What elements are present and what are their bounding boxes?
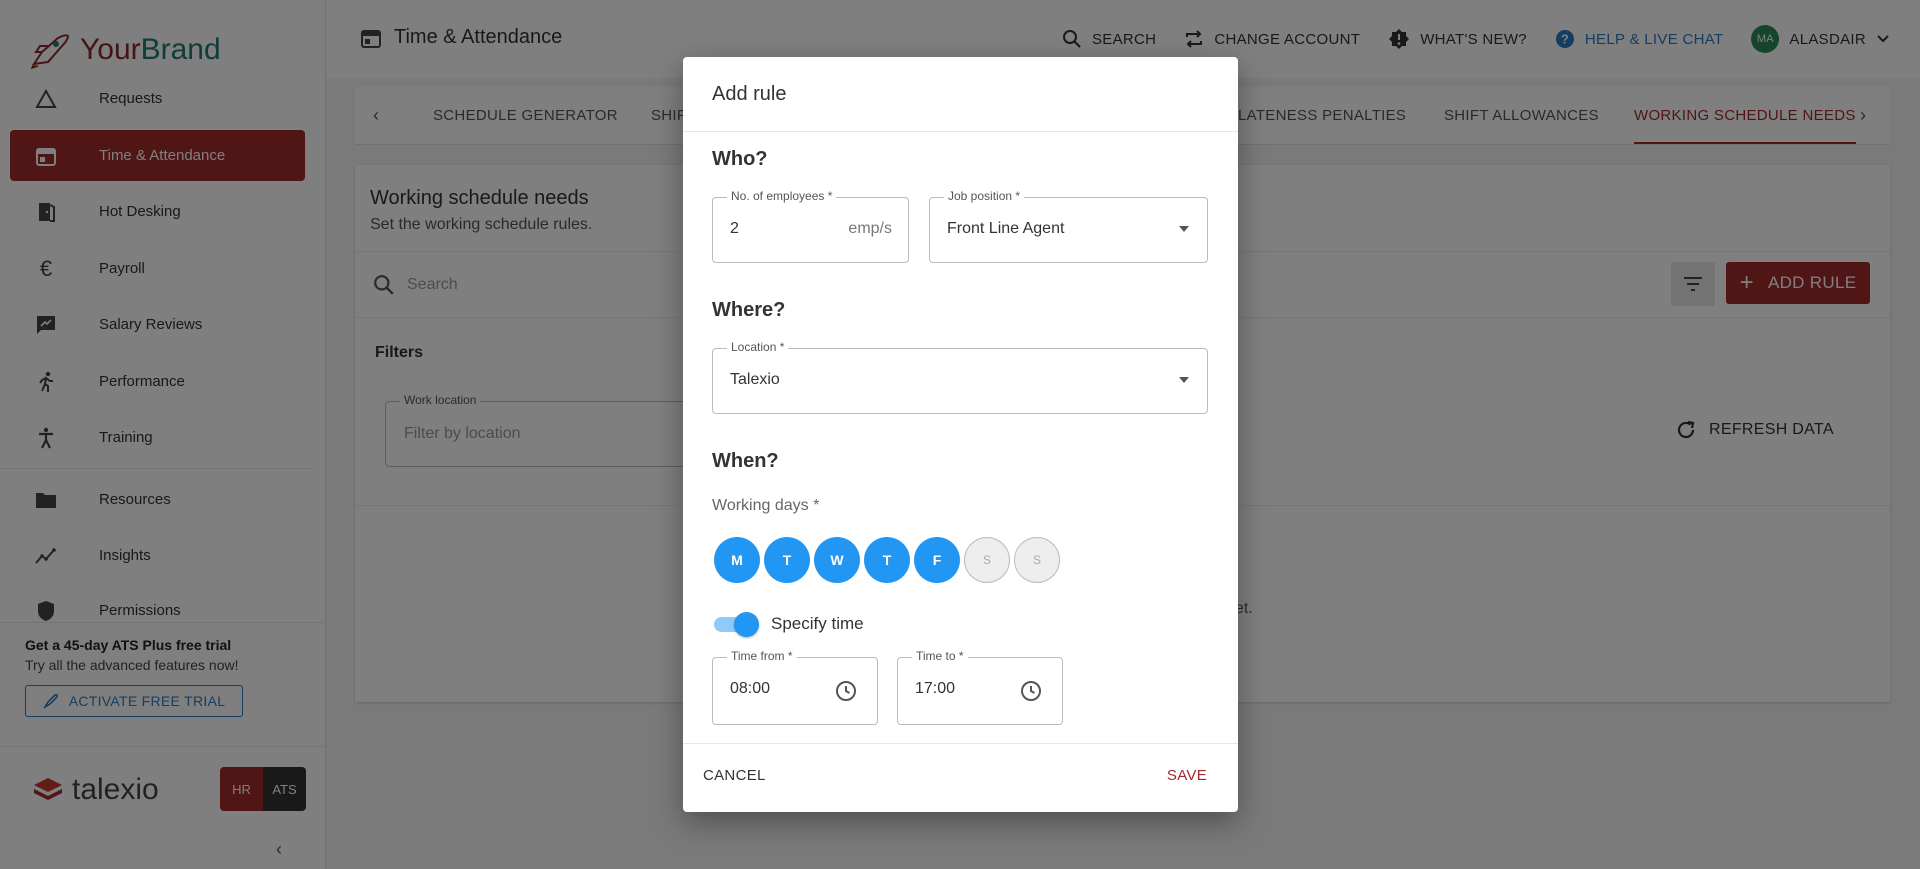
employees-field[interactable]: No. of employees * 2 emp/s <box>712 189 909 263</box>
dialog-actions: CANCEL SAVE <box>683 743 1238 812</box>
when-heading: When? <box>712 450 779 472</box>
specify-time-toggle[interactable] <box>712 611 760 637</box>
time-from-field[interactable]: Time from * 08:00 <box>712 649 878 725</box>
time-to-value: 17:00 <box>915 680 956 697</box>
job-position-select[interactable]: Job position * Front Line Agent <box>929 189 1208 263</box>
toggle-thumb <box>734 612 759 637</box>
employees-value: 2 <box>730 220 739 237</box>
location-select[interactable]: Location * Talexio <box>712 340 1208 414</box>
add-rule-dialog: Add rule Who? No. of employees * 2 emp/s… <box>683 57 1238 812</box>
save-button[interactable]: SAVE <box>1167 767 1207 784</box>
clock-icon[interactable] <box>1020 680 1042 702</box>
clock-icon[interactable] <box>835 680 857 702</box>
time-from-value: 08:00 <box>730 680 771 697</box>
cancel-button[interactable]: CANCEL <box>703 767 766 784</box>
location-value: Talexio <box>730 371 780 388</box>
day-thursday[interactable]: T <box>864 537 910 583</box>
dropdown-arrow-icon <box>1179 226 1189 232</box>
where-heading: Where? <box>712 299 786 321</box>
day-friday[interactable]: F <box>914 537 960 583</box>
day-sunday[interactable]: S <box>1014 537 1060 583</box>
dialog-title: Add rule <box>712 83 787 105</box>
day-wednesday[interactable]: W <box>814 537 860 583</box>
who-heading: Who? <box>712 148 768 170</box>
employees-suffix: emp/s <box>848 220 892 237</box>
dropdown-arrow-icon <box>1179 377 1189 383</box>
day-saturday[interactable]: S <box>964 537 1010 583</box>
job-position-value: Front Line Agent <box>947 220 1065 237</box>
job-position-label: Job position * <box>944 189 1025 203</box>
time-to-label: Time to * <box>912 649 968 663</box>
day-monday[interactable]: M <box>714 537 760 583</box>
time-from-label: Time from * <box>727 649 797 663</box>
dialog-header-divider <box>683 131 1238 132</box>
employees-label: No. of employees * <box>727 189 837 203</box>
working-days-picker: M T W T F S S <box>714 537 1060 583</box>
day-tuesday[interactable]: T <box>764 537 810 583</box>
working-days-label: Working days * <box>712 497 820 514</box>
location-label: Location * <box>727 340 789 354</box>
time-to-field[interactable]: Time to * 17:00 <box>897 649 1063 725</box>
specify-time-label: Specify time <box>771 614 864 633</box>
